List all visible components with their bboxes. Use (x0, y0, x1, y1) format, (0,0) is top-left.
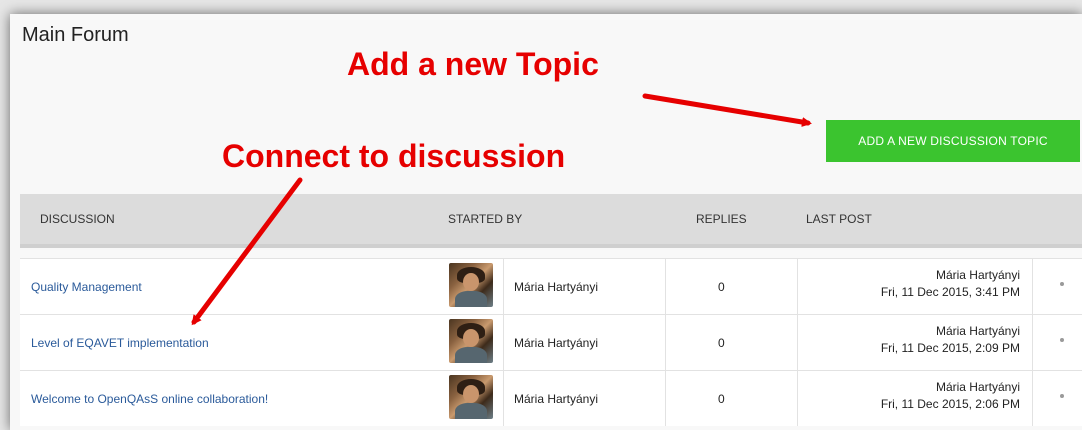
column-divider (665, 371, 666, 426)
row-menu-dot-icon[interactable] (1060, 394, 1064, 398)
started-by-author: Mária Hartyányi (514, 336, 599, 350)
table-row: Quality Management Mária Hartyányi 0 Már… (20, 258, 1082, 314)
header-last-post[interactable]: LAST POST (806, 212, 872, 226)
header-replies[interactable]: REPLIES (696, 212, 747, 226)
column-divider (503, 259, 504, 314)
last-post-date: Fri, 11 Dec 2015, 3:41 PM (880, 285, 1020, 299)
add-discussion-topic-button[interactable]: ADD A NEW DISCUSSION TOPIC (826, 120, 1080, 162)
avatar-photo[interactable] (449, 263, 493, 307)
last-post-author: Mária Hartyányi (935, 324, 1020, 338)
started-by-author: Mária Hartyányi (514, 392, 599, 406)
header-started-by[interactable]: STARTED BY (448, 212, 522, 226)
page-title: Main Forum (22, 24, 129, 46)
last-post-date: Fri, 11 Dec 2015, 2:09 PM (880, 341, 1020, 355)
annotation-add-topic: Add a new Topic (347, 46, 599, 82)
last-post-author: Mária Hartyányi (935, 268, 1020, 282)
last-post-author: Mária Hartyányi (935, 380, 1020, 394)
replies-count: 0 (718, 280, 725, 294)
table-header: DISCUSSION STARTED BY REPLIES LAST POST (20, 194, 1082, 248)
annotation-connect-discussion: Connect to discussion (222, 138, 566, 174)
replies-count: 0 (718, 336, 725, 350)
row-menu-dot-icon[interactable] (1060, 338, 1064, 342)
avatar-photo[interactable] (449, 375, 493, 419)
discussion-link[interactable]: Quality Management (31, 280, 142, 294)
column-divider (797, 315, 798, 370)
forum-panel: Main Forum Add a new Topic Connect to di… (10, 14, 1082, 430)
column-divider (503, 371, 504, 426)
replies-count: 0 (718, 392, 725, 406)
column-divider (797, 259, 798, 314)
column-divider (665, 315, 666, 370)
table-row: Welcome to OpenQAsS online collaboration… (20, 370, 1082, 426)
column-divider (1032, 315, 1033, 370)
table-row: Level of EQAVET implementation Mária Har… (20, 314, 1082, 370)
last-post-date: Fri, 11 Dec 2015, 2:06 PM (880, 397, 1020, 411)
column-divider (665, 259, 666, 314)
column-divider (1032, 371, 1033, 426)
discussion-link[interactable]: Welcome to OpenQAsS online collaboration… (31, 392, 268, 406)
header-discussion[interactable]: DISCUSSION (40, 212, 115, 226)
column-divider (503, 315, 504, 370)
avatar-photo[interactable] (449, 319, 493, 363)
discussion-link[interactable]: Level of EQAVET implementation (31, 336, 209, 350)
row-menu-dot-icon[interactable] (1060, 282, 1064, 286)
column-divider (797, 371, 798, 426)
started-by-author: Mária Hartyányi (514, 280, 599, 294)
column-divider (1032, 259, 1033, 314)
